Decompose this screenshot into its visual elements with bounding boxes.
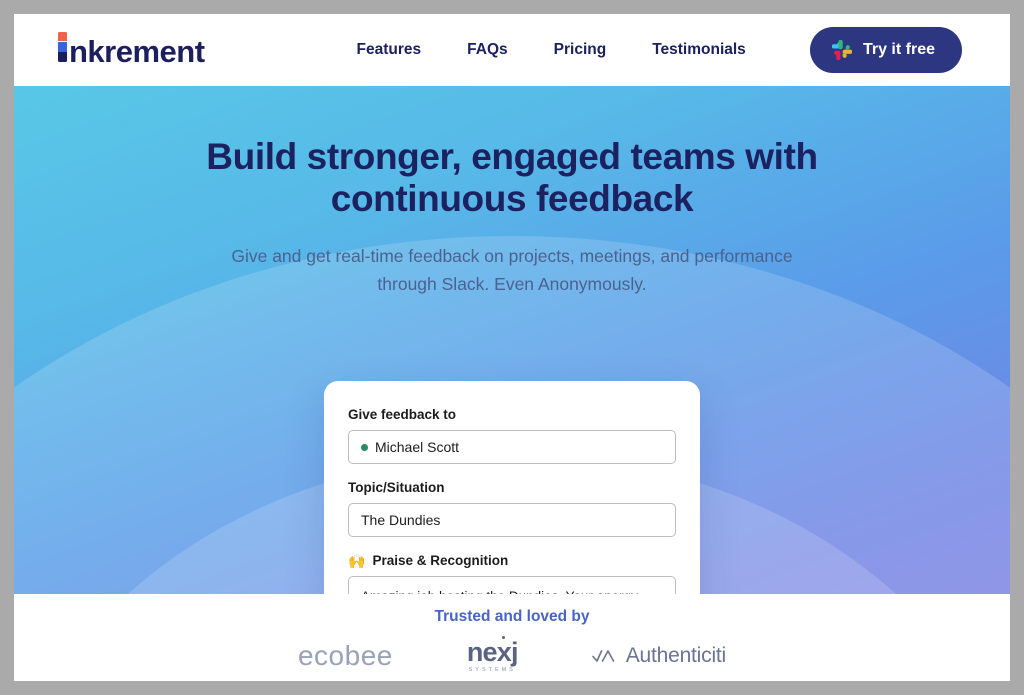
slack-icon xyxy=(831,40,852,60)
cta-container: Try it free xyxy=(809,27,962,73)
topic-input[interactable]: The Dundies xyxy=(348,503,676,537)
praise-label-text: Praise & Recognition xyxy=(372,553,509,568)
checkmark-caret-icon xyxy=(591,650,614,663)
site-logo[interactable]: nkrement xyxy=(58,31,205,70)
hero-content: Build stronger, engaged teams with conti… xyxy=(14,86,1010,298)
recipient-input[interactable]: Michael Scott xyxy=(348,430,676,464)
online-status-dot xyxy=(361,443,368,451)
hero-subheadline: Give and get real-time feedback on proje… xyxy=(231,245,793,294)
cta-label: Try it free xyxy=(862,41,935,58)
recipient-value: Michael Scott xyxy=(375,439,460,455)
nav-link-faqs[interactable]: FAQs xyxy=(467,41,507,59)
feedback-form-card: Give feedback to Michael Scott Topic/Sit… xyxy=(324,381,700,594)
nexj-subtext: SYSTEMS xyxy=(468,667,516,673)
hero-headline: Build stronger, engaged teams with conti… xyxy=(206,136,818,219)
raising-hands-icon: 🙌 xyxy=(348,552,366,569)
topic-field-label: Topic/Situation xyxy=(348,480,445,495)
recipient-field-label: Give feedback to xyxy=(348,407,457,422)
browser-frame: nkrement Features FAQs Pricing Testimoni… xyxy=(0,0,1024,695)
trusted-by-section: Trusted and loved by ecobee nexj SYSTEMS xyxy=(14,594,1010,681)
logo-wordmark: nkrement xyxy=(69,33,205,69)
authenticiti-wordmark: Authenticiti xyxy=(625,644,727,668)
nav-link-testimonials[interactable]: Testimonials xyxy=(652,41,746,59)
hero-section: Build stronger, engaged teams with conti… xyxy=(14,86,1010,594)
top-navigation-bar: nkrement Features FAQs Pricing Testimoni… xyxy=(14,14,1010,86)
try-it-free-button[interactable]: Try it free xyxy=(809,27,962,73)
trusted-by-title: Trusted and loved by xyxy=(434,608,590,625)
praise-field-label: 🙌 Praise & Recognition xyxy=(348,553,676,568)
nexj-wordmark-text: nexj xyxy=(466,637,519,667)
nav-link-pricing[interactable]: Pricing xyxy=(554,41,607,59)
partner-logo-authenticiti: Authenticiti xyxy=(591,644,727,668)
praise-textarea[interactable]: Amazing job hosting the Dundies. Your en… xyxy=(348,576,676,594)
topic-value: The Dundies xyxy=(361,512,441,528)
nav-link-features[interactable]: Features xyxy=(357,41,422,59)
partner-logo-ecobee: ecobee xyxy=(297,640,393,672)
nexj-wordmark: nexj xyxy=(466,636,519,667)
nexj-dot-icon xyxy=(501,636,505,639)
logo-i-mark xyxy=(58,31,67,62)
partner-logo-nexj: nexj SYSTEMS xyxy=(466,636,519,674)
partner-logo-row: ecobee nexj SYSTEMS Authenticiti xyxy=(14,636,1010,674)
page-viewport: nkrement Features FAQs Pricing Testimoni… xyxy=(14,14,1010,681)
primary-nav: Features FAQs Pricing Testimonials xyxy=(357,41,746,59)
